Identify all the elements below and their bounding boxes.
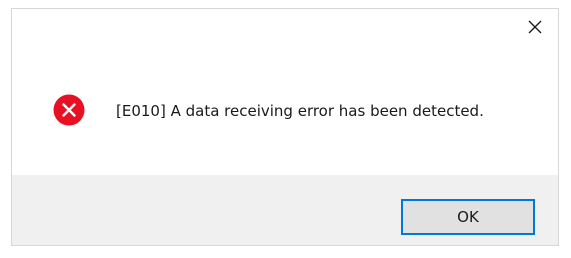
close-button[interactable]	[512, 9, 558, 45]
error-dialog: [E010] A data receiving error has been d…	[11, 8, 559, 246]
title-bar	[12, 9, 558, 45]
error-icon	[53, 94, 85, 126]
ok-button[interactable]: OK	[401, 199, 535, 235]
dialog-footer: OK	[12, 175, 558, 245]
close-icon	[528, 20, 542, 34]
error-message: [E010] A data receiving error has been d…	[116, 102, 484, 120]
dialog-content: [E010] A data receiving error has been d…	[12, 45, 558, 175]
